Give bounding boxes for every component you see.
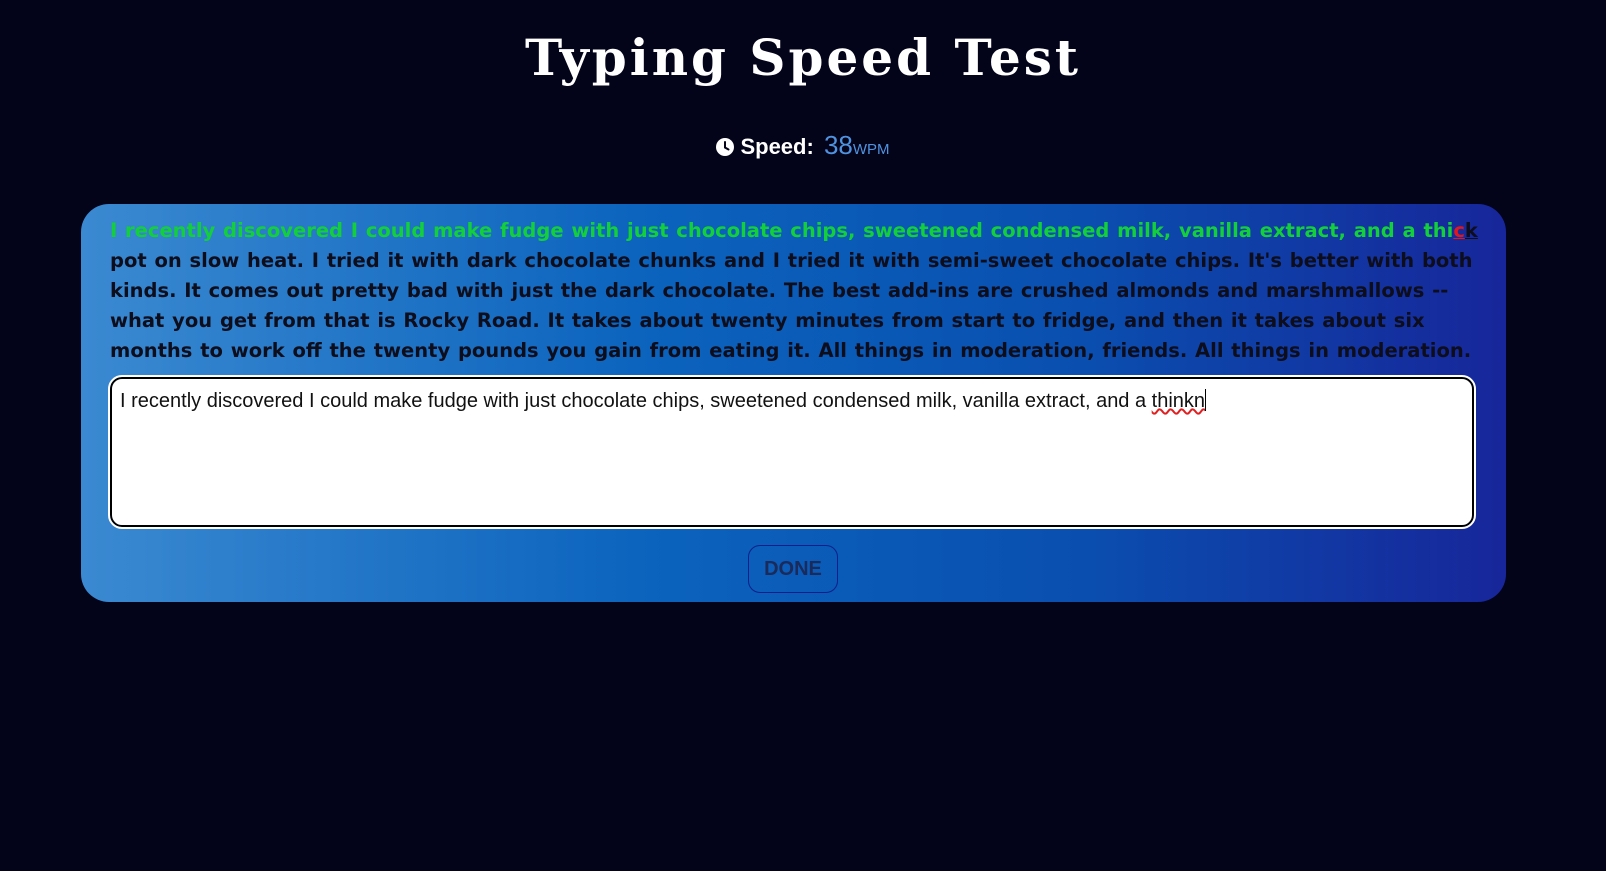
typing-input-value: I recently discovered I could make fudge… <box>120 390 1152 412</box>
test-card: I recently discovered I could make fudge… <box>81 204 1506 602</box>
typing-input[interactable]: I recently discovered I could make fudge… <box>108 375 1476 529</box>
passage-error-char: c <box>1453 219 1465 242</box>
speed-indicator: Speed: 38WPM <box>0 130 1606 161</box>
speed-label: Speed: <box>740 134 814 159</box>
passage-typed-correct: I recently discovered I could make fudge… <box>110 219 1454 242</box>
clock-icon <box>716 136 735 156</box>
passage-current-chars: k <box>1464 219 1478 242</box>
page-title: Typing Speed Test <box>524 28 1082 87</box>
passage-remaining: pot on slow heat. I tried it with dark c… <box>110 249 1473 362</box>
typing-input-misspelled-word: thinkn <box>1151 390 1206 412</box>
passage-text: I recently discovered I could make fudge… <box>110 216 1482 366</box>
speed-value: 38 <box>823 130 853 160</box>
page: Typing Speed Test Speed: 38WPM I recentl… <box>0 0 1606 871</box>
done-button[interactable]: DONE <box>748 545 838 593</box>
speed-unit: WPM <box>852 141 890 158</box>
text-caret <box>1205 389 1207 411</box>
